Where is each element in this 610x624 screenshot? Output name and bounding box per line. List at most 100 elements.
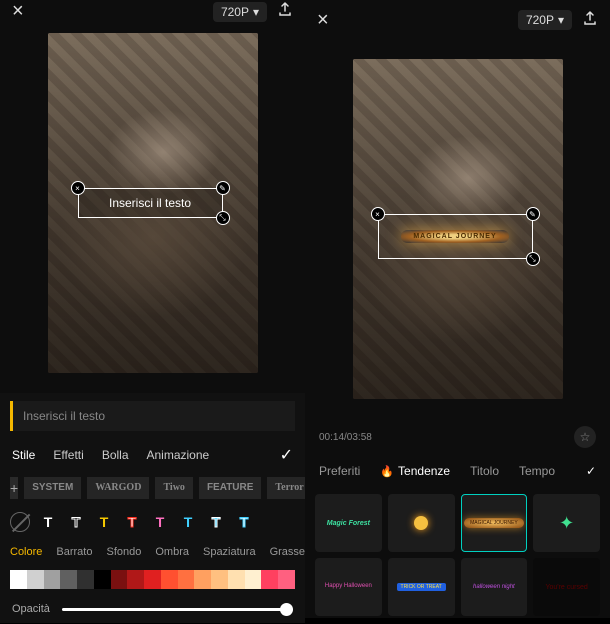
- text-overlay-box[interactable]: MAGICAL JOURNEY × ✎ ⤡: [378, 214, 533, 259]
- text-preset[interactable]: T: [38, 512, 58, 532]
- resize-handle-icon[interactable]: ⤡: [216, 211, 230, 225]
- template-thumb[interactable]: [388, 494, 455, 552]
- template-thumb[interactable]: TRICK OR TREAT: [388, 558, 455, 616]
- opacity-label: Opacità: [12, 603, 50, 615]
- resolution-label: 720P: [221, 5, 249, 19]
- slider-thumb[interactable]: [280, 603, 293, 616]
- color-swatch[interactable]: [211, 570, 228, 589]
- template-thumb[interactable]: ✦: [533, 494, 600, 552]
- template-thumb[interactable]: You're cursed: [533, 558, 600, 616]
- tab-titolo[interactable]: Titolo: [470, 464, 499, 478]
- template-thumb[interactable]: halloween night: [461, 558, 528, 616]
- color-swatch[interactable]: [111, 570, 128, 589]
- template-thumb[interactable]: Happy Halloween: [315, 558, 382, 616]
- text-preset[interactable]: T: [178, 512, 198, 532]
- subtab-spaziatura[interactable]: Spaziatura: [203, 546, 256, 558]
- tab-tempo[interactable]: Tempo: [519, 464, 555, 478]
- resolution-label: 720P: [526, 13, 554, 27]
- subtab-colore[interactable]: Colore: [10, 546, 42, 558]
- edit-handle-icon[interactable]: ✎: [216, 181, 230, 195]
- chevron-down-icon: ▾: [558, 13, 564, 27]
- color-swatch[interactable]: [144, 570, 161, 589]
- style-panel: Inserisci il testo Stile Effetti Bolla A…: [0, 393, 305, 623]
- close-icon[interactable]: ×: [12, 0, 24, 23]
- subtab-barrato[interactable]: Barrato: [56, 546, 92, 558]
- add-font-button[interactable]: +: [10, 477, 18, 499]
- export-icon[interactable]: [582, 10, 598, 31]
- resize-handle-icon[interactable]: ⤡: [526, 252, 540, 266]
- chevron-down-icon: ▾: [253, 5, 259, 19]
- video-preview[interactable]: MAGICAL JOURNEY × ✎ ⤡: [305, 40, 610, 418]
- edit-handle-icon[interactable]: ✎: [526, 207, 540, 221]
- topbar: × 720P ▾: [0, 0, 305, 23]
- font-item[interactable]: SYSTEM: [24, 477, 81, 499]
- font-item[interactable]: Terror: [267, 477, 305, 499]
- favorite-icon[interactable]: ☆: [574, 426, 596, 448]
- subtab-grassetto[interactable]: Grassetto corsiv: [270, 546, 305, 558]
- text-preset[interactable]: T: [234, 512, 254, 532]
- delete-handle-icon[interactable]: ×: [371, 207, 385, 221]
- text-preset[interactable]: T: [94, 512, 114, 532]
- video-frame: Inserisci il testo × ✎ ⤡: [48, 33, 258, 373]
- template-thumb[interactable]: Magic Forest: [315, 494, 382, 552]
- text-preset[interactable]: T: [206, 512, 226, 532]
- overlay-text: MAGICAL JOURNEY: [401, 230, 508, 243]
- text-preset[interactable]: T: [150, 512, 170, 532]
- color-swatch[interactable]: [245, 570, 262, 589]
- time-display: 00:14/03:58: [319, 432, 372, 443]
- color-swatch[interactable]: [228, 570, 245, 589]
- template-tabs: Preferiti 🔥 Tendenze Titolo Tempo ✓: [305, 456, 610, 486]
- text-preset[interactable]: T: [122, 512, 142, 532]
- tab-stile[interactable]: Stile: [12, 448, 35, 462]
- close-icon[interactable]: ×: [317, 9, 329, 32]
- template-thumb[interactable]: MAGICAL JOURNEY: [461, 494, 528, 552]
- text-overlay-box[interactable]: Inserisci il testo × ✎ ⤡: [78, 188, 223, 218]
- color-swatch[interactable]: [161, 570, 178, 589]
- template-grid: Magic Forest MAGICAL JOURNEY ✦ Happy Hal…: [305, 486, 610, 624]
- confirm-icon[interactable]: ✓: [280, 445, 293, 465]
- opacity-slider[interactable]: [62, 608, 293, 611]
- left-panel: × 720P ▾ Inserisci il testo × ✎ ⤡ Inseri…: [0, 0, 305, 618]
- template-panel: 00:14/03:58 ☆ Preferiti 🔥 Tendenze Titol…: [305, 418, 610, 618]
- time-row: 00:14/03:58 ☆: [305, 418, 610, 456]
- opacity-row: Opacità: [0, 595, 305, 623]
- color-strip[interactable]: [10, 570, 295, 589]
- video-preview[interactable]: Inserisci il testo × ✎ ⤡: [0, 23, 305, 393]
- confirm-icon[interactable]: ✓: [586, 464, 596, 478]
- font-row: + SYSTEM WARGOD Tiwo FEATURE Terror M: [0, 471, 305, 504]
- font-item[interactable]: WARGOD: [87, 477, 149, 499]
- color-swatch[interactable]: [194, 570, 211, 589]
- subtab-sfondo[interactable]: Sfondo: [106, 546, 141, 558]
- color-swatch[interactable]: [44, 570, 61, 589]
- tab-preferiti[interactable]: Preferiti: [319, 464, 360, 478]
- color-swatch[interactable]: [94, 570, 111, 589]
- resolution-selector[interactable]: 720P ▾: [518, 10, 572, 30]
- font-item[interactable]: Tiwo: [155, 477, 193, 499]
- color-swatch[interactable]: [178, 570, 195, 589]
- color-swatch[interactable]: [60, 570, 77, 589]
- resolution-selector[interactable]: 720P ▾: [213, 2, 267, 22]
- tab-animazione[interactable]: Animazione: [147, 448, 210, 462]
- text-style-presets: T T T T T T T T: [0, 504, 305, 540]
- right-panel: × 720P ▾ MAGICAL JOURNEY × ✎ ⤡ 00:14/03:…: [305, 0, 610, 618]
- video-frame: MAGICAL JOURNEY × ✎ ⤡: [353, 59, 563, 399]
- preset-none-icon[interactable]: [10, 512, 30, 532]
- color-swatch[interactable]: [27, 570, 44, 589]
- font-item[interactable]: FEATURE: [199, 477, 261, 499]
- tab-effetti[interactable]: Effetti: [53, 448, 83, 462]
- subtab-ombra[interactable]: Ombra: [155, 546, 189, 558]
- style-tabs: Stile Effetti Bolla Animazione ✓: [0, 439, 305, 471]
- text-input[interactable]: Inserisci il testo: [10, 401, 295, 431]
- color-swatch[interactable]: [278, 570, 295, 589]
- color-swatch[interactable]: [261, 570, 278, 589]
- tab-bolla[interactable]: Bolla: [102, 448, 129, 462]
- delete-handle-icon[interactable]: ×: [71, 181, 85, 195]
- color-swatch[interactable]: [77, 570, 94, 589]
- tab-tendenze[interactable]: Tendenze: [398, 464, 450, 478]
- fire-icon: 🔥: [380, 465, 394, 478]
- color-swatch[interactable]: [127, 570, 144, 589]
- export-icon[interactable]: [277, 1, 293, 22]
- topbar: × 720P ▾: [305, 0, 610, 40]
- color-swatch[interactable]: [10, 570, 27, 589]
- text-preset[interactable]: T: [66, 512, 86, 532]
